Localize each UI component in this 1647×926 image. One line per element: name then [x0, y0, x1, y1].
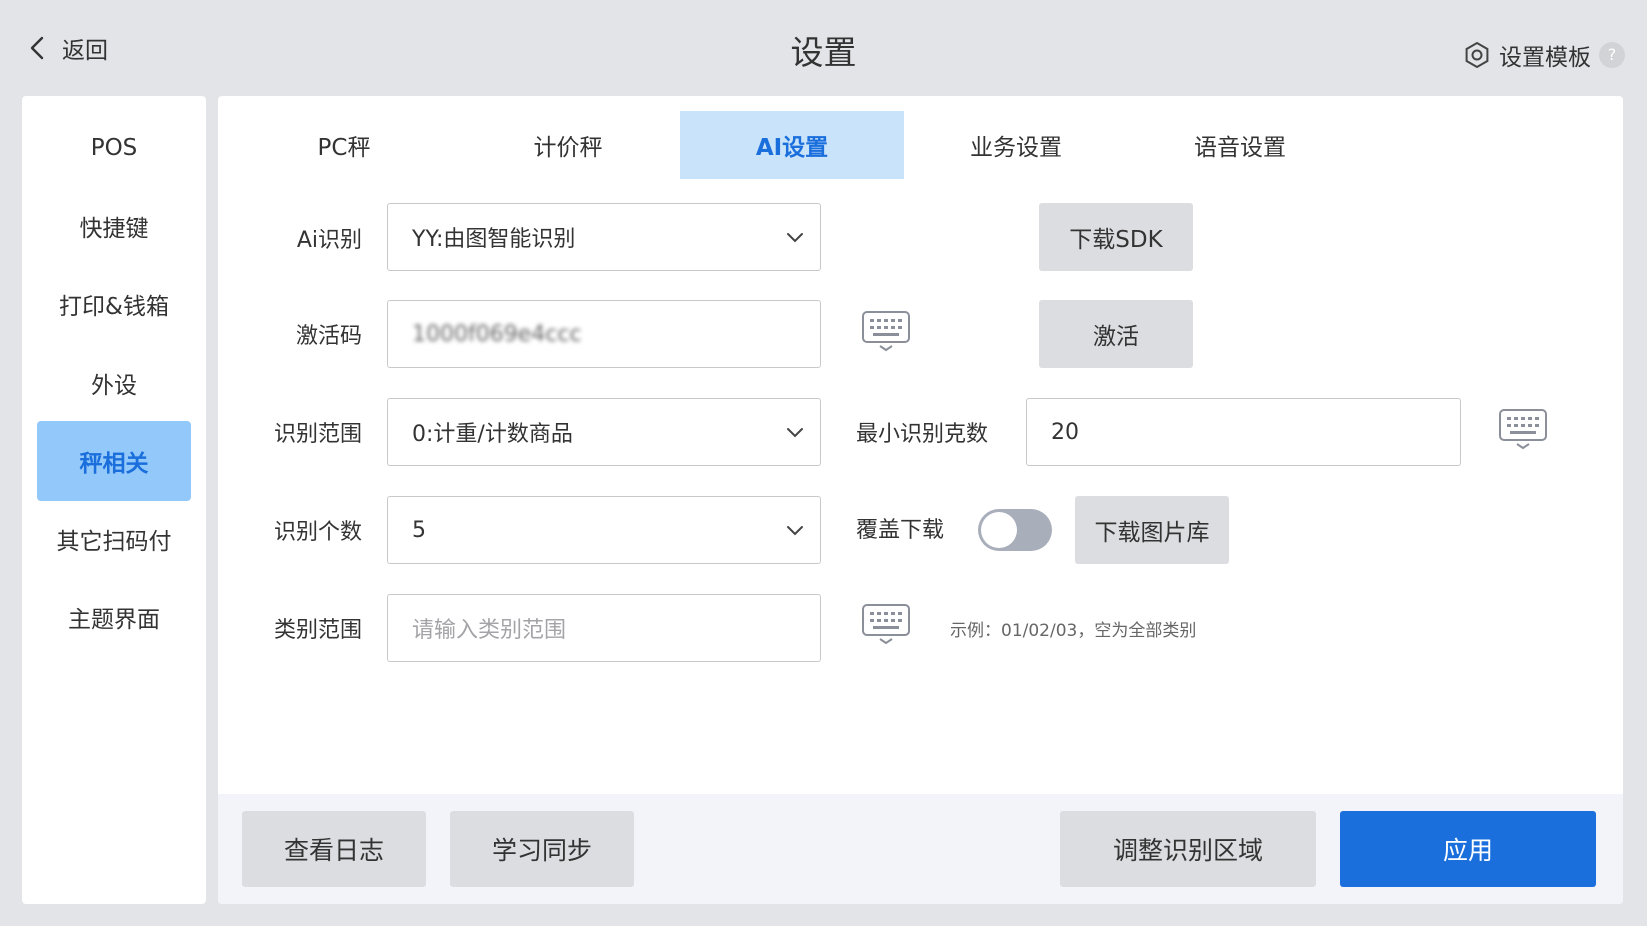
learn-sync-button[interactable]: 学习同步	[450, 811, 634, 887]
apply-button[interactable]: 应用	[1340, 811, 1596, 887]
activation-code-input[interactable]: 1000f069e4ccc	[387, 300, 821, 368]
settings-template-label: 设置模板	[1499, 45, 1591, 71]
main-panel: PC秤 计价秤 AI设置 业务设置 语音设置 Ai识别 YY:由图智能识别 下载…	[218, 96, 1623, 904]
view-log-button[interactable]: 查看日志	[242, 811, 426, 887]
tab-voice-settings[interactable]: 语音设置	[1128, 111, 1352, 179]
category-scope-placeholder: 请输入类别范围	[412, 618, 567, 643]
gear-icon	[1465, 41, 1489, 69]
sidebar-item-pos[interactable]: POS	[37, 108, 191, 188]
sidebar-item-print-cashbox[interactable]: 打印&钱箱	[37, 264, 191, 344]
tab-pricing-scale[interactable]: 计价秤	[456, 111, 680, 179]
recognition-scope-select[interactable]: 0:计重/计数商品	[387, 398, 821, 466]
sidebar-item-other-scan-pay[interactable]: 其它扫码付	[37, 499, 191, 579]
ai-recognition-select[interactable]: YY:由图智能识别	[387, 203, 821, 271]
sidebar-item-peripherals[interactable]: 外设	[37, 343, 191, 423]
download-sdk-button[interactable]: 下载SDK	[1039, 203, 1193, 271]
category-scope-hint: 示例：01/02/03，空为全部类别	[950, 621, 1197, 641]
recognition-count-label: 识别个数	[273, 520, 362, 545]
activate-button[interactable]: 激活	[1039, 300, 1193, 368]
keyboard-icon[interactable]	[1498, 407, 1548, 451]
min-weight-input[interactable]: 20	[1026, 398, 1461, 466]
activation-code-value: 1000f069e4ccc	[412, 321, 582, 347]
adjust-recognition-area-button[interactable]: 调整识别区域	[1060, 811, 1316, 887]
activation-code-label: 激活码	[295, 324, 362, 349]
tab-business-settings[interactable]: 业务设置	[904, 111, 1128, 179]
overwrite-download-label: 覆盖下载	[856, 518, 945, 543]
chevron-down-icon	[787, 526, 803, 536]
keyboard-icon[interactable]	[861, 602, 911, 646]
category-scope-label: 类别范围	[273, 618, 362, 643]
tab-ai-settings[interactable]: AI设置	[680, 111, 904, 179]
chevron-down-icon	[787, 233, 803, 243]
overwrite-download-toggle[interactable]	[978, 509, 1052, 551]
tab-pc-scale[interactable]: PC秤	[232, 111, 456, 179]
recognition-scope-label: 识别范围	[273, 422, 362, 447]
recognition-scope-value: 0:计重/计数商品	[412, 422, 573, 447]
sidebar: POS 快捷键 打印&钱箱 外设 秤相关 其它扫码付 主题界面	[22, 96, 206, 904]
keyboard-icon[interactable]	[861, 309, 911, 353]
header-bar: 返回 设置 设置模板 ?	[0, 0, 1647, 96]
min-weight-value: 20	[1051, 419, 1079, 445]
sidebar-item-scale[interactable]: 秤相关	[37, 421, 191, 501]
sidebar-item-theme[interactable]: 主题界面	[37, 577, 191, 657]
category-scope-input[interactable]: 请输入类别范围	[387, 594, 821, 662]
footer-bar: 查看日志 学习同步 调整识别区域 应用	[218, 794, 1623, 904]
sidebar-item-shortcuts[interactable]: 快捷键	[37, 186, 191, 266]
min-weight-label: 最小识别克数	[856, 422, 989, 447]
chevron-down-icon	[787, 428, 803, 438]
settings-template-button[interactable]: 设置模板 ?	[1463, 38, 1625, 72]
ai-recognition-value: YY:由图智能识别	[412, 227, 576, 252]
recognition-count-value: 5	[412, 517, 426, 543]
ai-recognition-label: Ai识别	[296, 228, 362, 253]
recognition-count-select[interactable]: 5	[387, 496, 821, 564]
toggle-knob	[981, 512, 1017, 548]
help-icon[interactable]: ?	[1599, 42, 1625, 68]
download-gallery-button[interactable]: 下载图片库	[1075, 496, 1229, 564]
page-title: 设置	[790, 33, 857, 72]
